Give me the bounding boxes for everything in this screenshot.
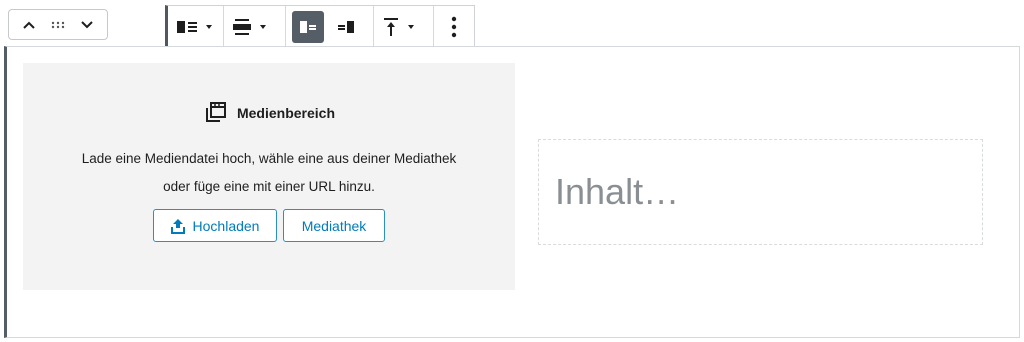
media-placeholder-description: Lade eine Mediendatei hoch, wähle eine a… xyxy=(43,145,495,201)
media-position-button[interactable] xyxy=(168,6,224,47)
chevron-down-icon xyxy=(80,20,93,28)
content-placeholder[interactable]: Inhalt… xyxy=(538,139,983,245)
dropdown-caret-icon xyxy=(206,24,212,29)
block-alignment-button[interactable] xyxy=(374,6,434,47)
dropdown-caret-icon xyxy=(408,24,414,29)
upload-button[interactable]: Hochladen xyxy=(153,209,277,242)
align-top-icon xyxy=(384,17,398,36)
show-media-right-button[interactable] xyxy=(334,11,358,43)
media-buttons: Hochladen Mediathek xyxy=(153,209,385,242)
drag-handle-icon xyxy=(51,21,65,28)
dropdown-caret-icon xyxy=(260,24,266,29)
move-down-button[interactable] xyxy=(75,13,99,37)
upload-icon xyxy=(170,218,185,234)
media-placeholder-title: Medienbereich xyxy=(23,102,515,124)
description-line-1: Lade eine Mediendatei hoch, wähle eine a… xyxy=(81,151,457,166)
block-mover xyxy=(8,9,108,40)
more-vertical-icon xyxy=(451,16,457,37)
media-side-group xyxy=(286,6,374,47)
media-library-button[interactable]: Mediathek xyxy=(283,209,385,242)
align-center-icon xyxy=(233,18,251,35)
chevron-up-icon xyxy=(23,21,36,29)
media-right-icon xyxy=(338,20,354,33)
drag-handle[interactable] xyxy=(46,13,70,37)
media-left-icon xyxy=(300,20,316,33)
media-icon xyxy=(205,102,226,122)
media-placeholder[interactable]: Medienbereich Lade eine Mediendatei hoch… xyxy=(23,63,515,290)
block-toolbar xyxy=(165,5,475,47)
media-left-icon xyxy=(177,20,197,33)
show-media-left-button[interactable] xyxy=(292,10,324,43)
media-text-block[interactable]: Medienbereich Lade eine Mediendatei hoch… xyxy=(4,46,1020,338)
vertical-alignment-button[interactable] xyxy=(224,6,286,47)
description-line-2: oder füge eine mit einer URL hinzu. xyxy=(163,179,375,194)
content-placeholder-text: Inhalt… xyxy=(555,171,680,212)
media-library-button-label: Mediathek xyxy=(301,217,367,234)
media-title-text: Medienbereich xyxy=(236,105,336,121)
more-options-button[interactable] xyxy=(434,6,474,47)
upload-button-label: Hochladen xyxy=(192,217,260,234)
move-up-button[interactable] xyxy=(17,13,41,37)
